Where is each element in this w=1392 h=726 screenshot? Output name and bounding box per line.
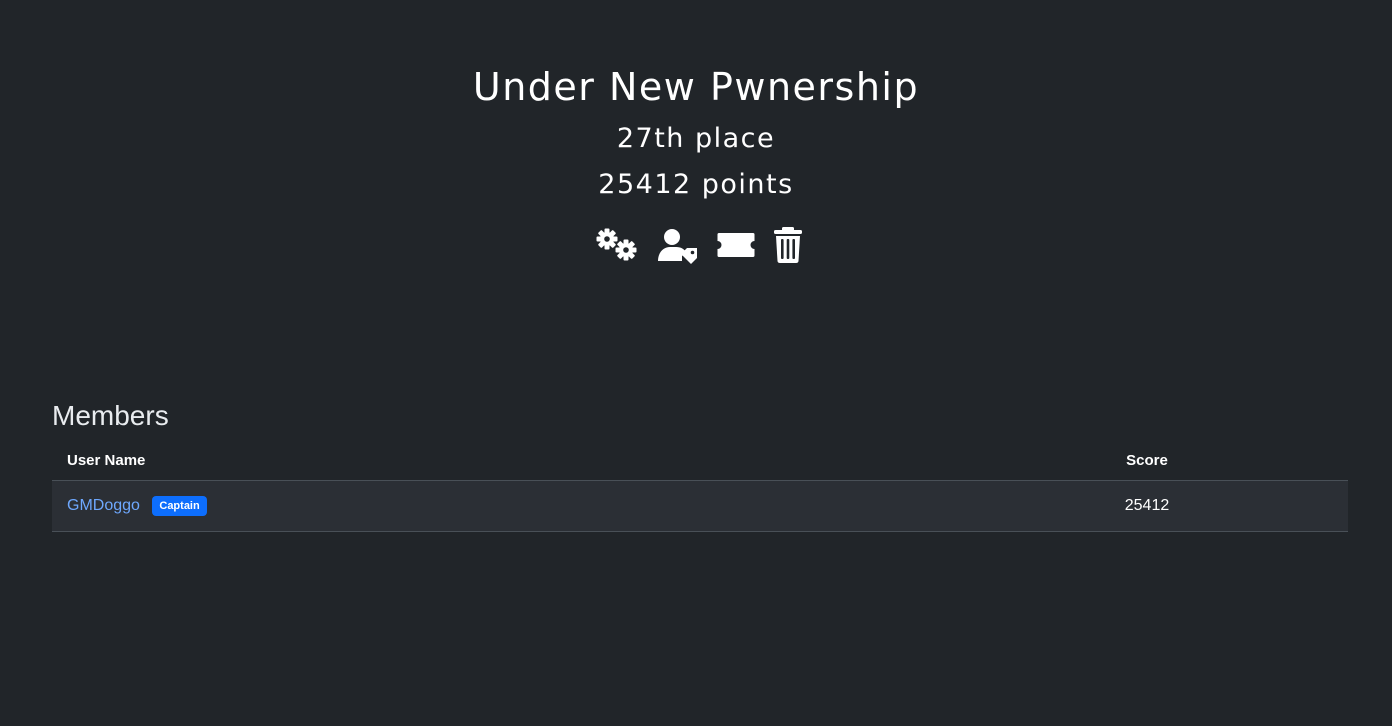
column-user-name: User Name bbox=[52, 440, 946, 481]
user-tag-icon[interactable] bbox=[656, 226, 700, 264]
table-header-row: User Name Score bbox=[52, 440, 1348, 481]
team-page: Under New Pwnership 27th place 25412 poi… bbox=[0, 0, 1392, 726]
ticket-icon[interactable] bbox=[716, 226, 756, 264]
trash-icon[interactable] bbox=[772, 226, 804, 264]
members-table: User Name Score GMDoggo Captain 25412 bbox=[52, 440, 1348, 532]
team-name: Under New Pwnership bbox=[472, 65, 920, 109]
team-points: 25412 points bbox=[598, 169, 794, 200]
table-row: GMDoggo Captain 25412 bbox=[52, 480, 1348, 532]
team-actions bbox=[0, 226, 1392, 264]
member-link[interactable]: GMDoggo bbox=[67, 497, 140, 514]
captain-badge: Captain bbox=[152, 496, 207, 516]
gears-icon[interactable] bbox=[596, 226, 638, 264]
team-place: 27th place bbox=[616, 123, 776, 154]
member-score: 25412 bbox=[946, 480, 1348, 532]
column-score: Score bbox=[946, 440, 1348, 481]
member-name-cell: GMDoggo Captain bbox=[52, 480, 946, 532]
members-heading: Members bbox=[52, 400, 169, 431]
